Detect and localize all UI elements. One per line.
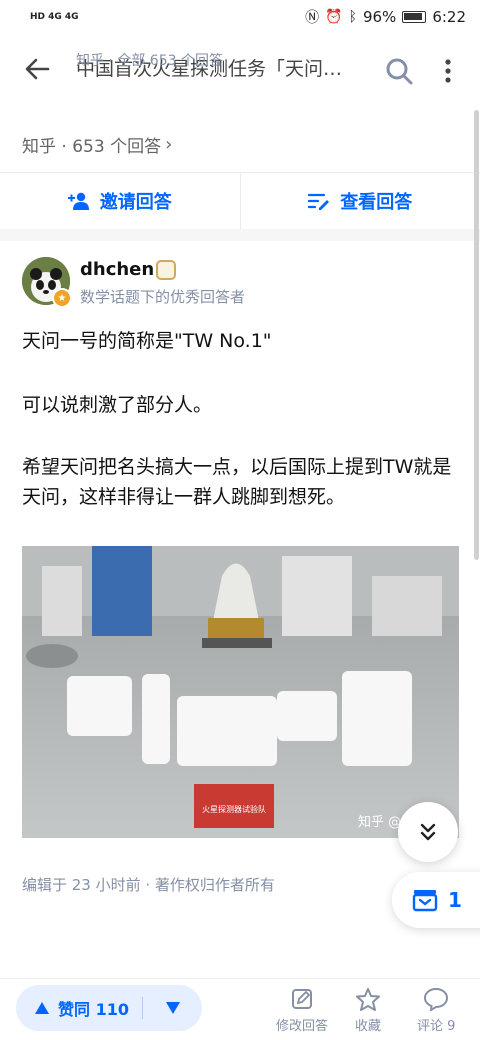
section-gap xyxy=(0,229,480,241)
collection-box-icon xyxy=(412,890,438,912)
answer-paragraph: 可以说刺激了部分人。 xyxy=(22,394,213,416)
clock: 6:22 xyxy=(432,8,466,26)
scroll-down-button[interactable] xyxy=(398,802,458,862)
image-watermark: 知乎 @ xyxy=(358,814,401,830)
question-actions: 邀请回答 查看回答 xyxy=(0,173,480,229)
add-user-icon xyxy=(67,192,89,210)
cleanroom-photo-image: 火星探测器试验队 知乎 @ xyxy=(22,546,459,838)
view-answers-button[interactable]: 查看回答 xyxy=(241,173,480,229)
excellent-answerer-badge-icon: ★ xyxy=(52,288,72,308)
comment-label: 评论 9 xyxy=(417,1019,456,1034)
triangle-up-icon xyxy=(35,1002,49,1014)
vote-control: 赞同 110 xyxy=(16,985,202,1031)
edit-icon xyxy=(292,989,312,1009)
page-subtitle: 知乎 · 全部 653 个回答 xyxy=(76,53,223,69)
edit-answer-button[interactable]: 修改回答 xyxy=(276,987,328,1034)
question-meta-text: 知乎 · 653 个回答 xyxy=(22,137,162,157)
status-right: Ⓝ ⏰ ᛒ 96% 6:22 xyxy=(305,7,466,27)
upvote-label: 赞同 110 xyxy=(58,1000,129,1019)
alarm-icon: ⏰ xyxy=(325,9,343,25)
double-chevron-down-icon xyxy=(420,823,436,841)
author-name[interactable]: dhchen xyxy=(80,259,154,280)
question-meta[interactable]: 知乎 · 653 个回答 › xyxy=(22,132,172,157)
edit-answer-label: 修改回答 xyxy=(276,1019,329,1034)
author-description: 数学话题下的优秀回答者 xyxy=(80,288,246,306)
banner-text: 火星探测器试验队 xyxy=(202,804,266,814)
invite-answer-button[interactable]: 邀请回答 xyxy=(0,173,240,229)
back-arrow-icon xyxy=(25,58,50,80)
scrollbar[interactable] xyxy=(474,110,479,560)
comment-bubble-icon xyxy=(424,987,449,1011)
back-button[interactable] xyxy=(22,54,52,84)
upvote-button[interactable]: 赞同 110 xyxy=(16,996,142,1020)
answer-paragraph: 希望天问把名头搞大一点，以后国际上提到TW就是天问，这样非得让一群人跳脚到想死。 xyxy=(22,456,452,508)
collection-button[interactable]: 1 xyxy=(392,872,480,928)
top-app-bar: 中国首次火星探测任务「天问… xyxy=(0,34,480,104)
bottom-action-bar: 赞同 110 修改回答 收藏 评论 9 xyxy=(0,978,480,1040)
answer-photo[interactable]: 火星探测器试验队 知乎 @ xyxy=(22,546,459,838)
search-button[interactable] xyxy=(384,56,414,86)
invite-answer-label: 邀请回答 xyxy=(99,192,172,213)
downvote-button[interactable] xyxy=(143,1001,202,1015)
bluetooth-icon: ᛒ xyxy=(348,9,357,25)
author-badge-icon[interactable] xyxy=(156,260,176,280)
more-options-button[interactable] xyxy=(436,56,460,86)
star-icon xyxy=(356,988,380,1011)
collection-count: 1 xyxy=(448,888,462,912)
answer-paragraph: 天问一号的简称是"TW No.1" xyxy=(22,330,272,352)
nfc-icon: Ⓝ xyxy=(305,10,320,26)
more-vertical-icon xyxy=(445,59,451,83)
chevron-right-icon: › xyxy=(165,134,173,155)
favorite-button[interactable]: 收藏 xyxy=(355,987,381,1034)
search-icon xyxy=(386,58,413,85)
network-indicators: HD 4G 4G xyxy=(30,12,79,22)
battery-percent: 96% xyxy=(362,8,397,26)
favorite-label: 收藏 xyxy=(355,1019,382,1034)
edit-info: 编辑于 23 小时前 · 著作权归作者所有 xyxy=(22,876,275,894)
comment-button[interactable]: 评论 9 xyxy=(417,987,455,1034)
triangle-down-icon xyxy=(165,1002,180,1014)
battery-icon xyxy=(402,11,427,23)
status-bar: HD 4G 4G Ⓝ ⏰ ᛒ 96% 6:22 xyxy=(0,0,480,34)
view-answers-label: 查看回答 xyxy=(340,192,413,213)
list-edit-icon xyxy=(308,193,330,210)
